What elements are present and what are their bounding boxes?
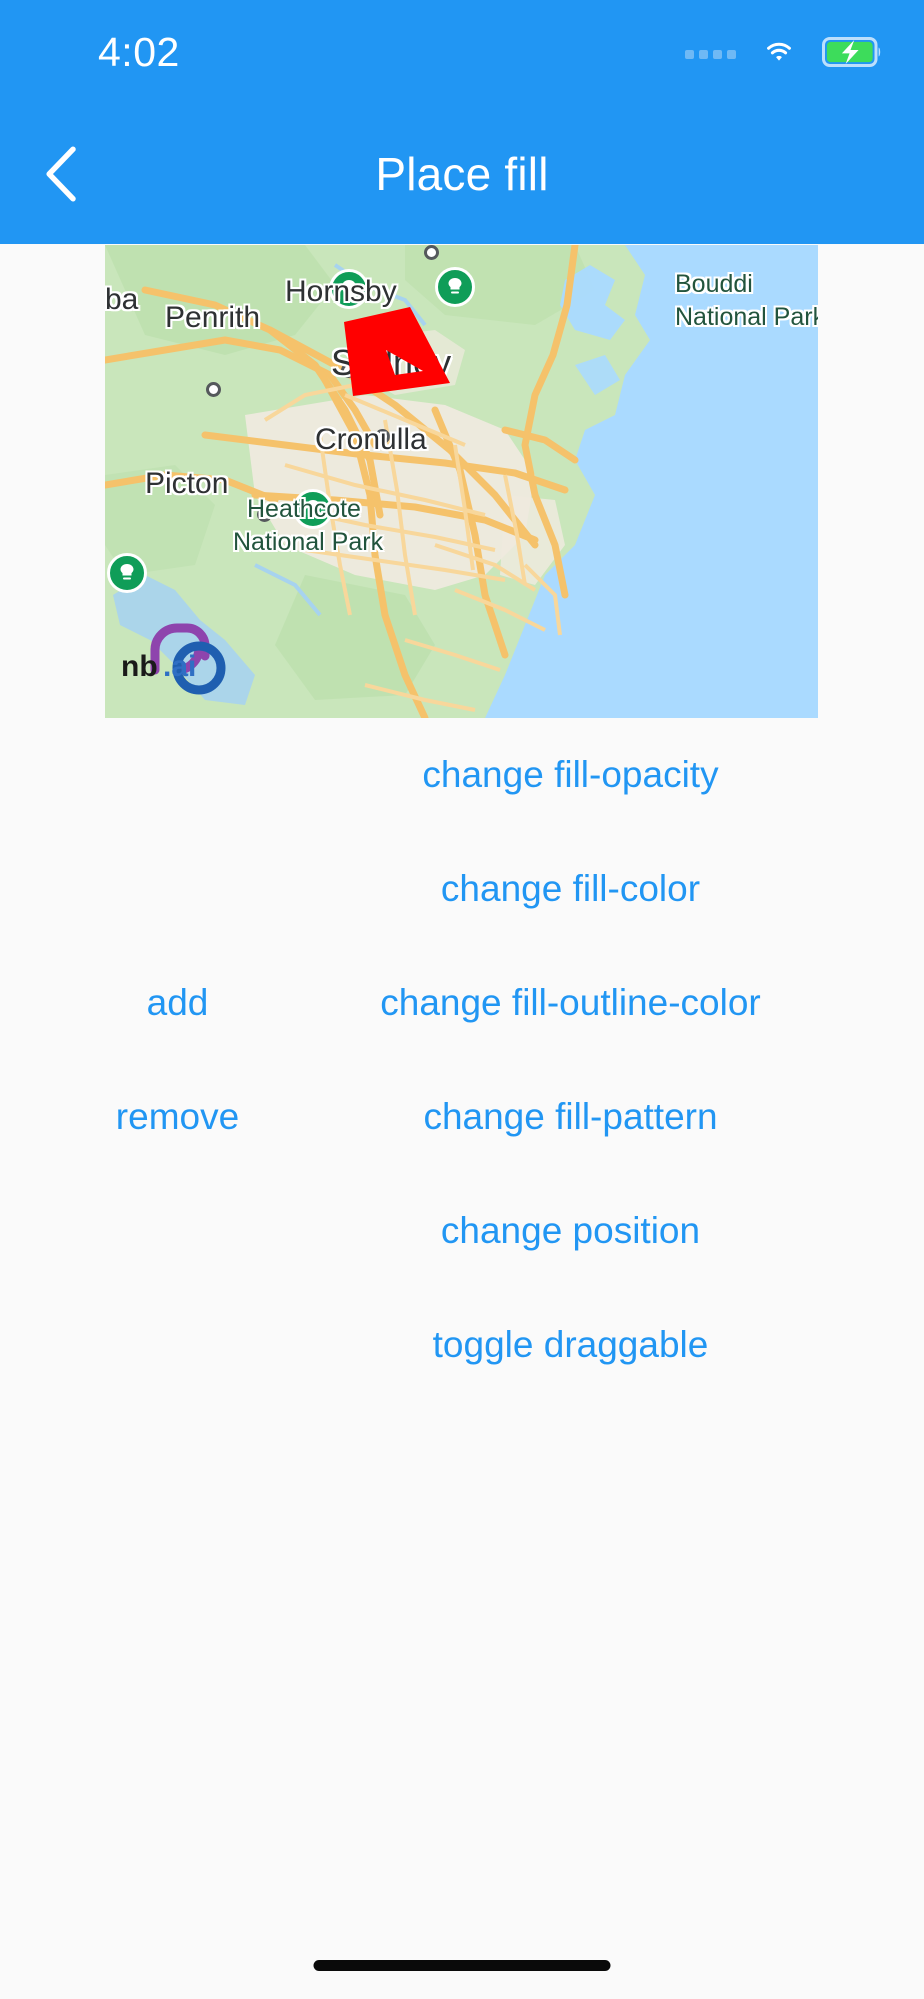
status-bar-icons	[685, 36, 882, 68]
action-row: change fill-color	[0, 832, 924, 946]
action-slot-right: change fill-pattern	[355, 1087, 924, 1148]
home-indicator[interactable]	[313, 1960, 611, 1971]
fill-polygon[interactable]	[105, 245, 818, 718]
page-title: Place fill	[375, 148, 549, 200]
wifi-icon	[767, 42, 791, 61]
battery-charging-icon	[822, 37, 881, 67]
action-row: change fill-opacity	[0, 718, 924, 832]
action-row: add change fill-outline-color	[0, 946, 924, 1060]
action-slot-right: change fill-outline-color	[355, 973, 924, 1034]
change-fill-color-button[interactable]: change fill-color	[427, 859, 714, 920]
action-slot-right: change fill-color	[355, 859, 924, 920]
action-slot-right: change fill-opacity	[355, 745, 924, 806]
action-row: change position	[0, 1174, 924, 1288]
action-slot-left: add	[0, 973, 355, 1034]
remove-button[interactable]: remove	[102, 1087, 253, 1148]
signal-dots-icon	[685, 45, 736, 59]
change-fill-outline-color-button[interactable]: change fill-outline-color	[366, 973, 774, 1034]
action-slot-right: change position	[355, 1201, 924, 1262]
back-button[interactable]	[24, 136, 100, 212]
phone-screen: 4:02 Place fill Bouddi National Park ba …	[0, 0, 924, 1999]
app-bar: Place fill	[0, 104, 924, 244]
change-fill-pattern-button[interactable]: change fill-pattern	[409, 1087, 731, 1148]
map-view[interactable]: Bouddi National Park ba Hornsby Penrith …	[105, 245, 818, 718]
action-row: toggle draggable	[0, 1288, 924, 1402]
action-slot-right: toggle draggable	[355, 1315, 924, 1376]
action-slot-left: remove	[0, 1087, 355, 1148]
change-position-button[interactable]: change position	[427, 1201, 714, 1262]
status-bar-clock: 4:02	[98, 28, 180, 75]
chevron-left-icon	[46, 146, 76, 202]
add-button[interactable]: add	[133, 973, 223, 1034]
change-fill-opacity-button[interactable]: change fill-opacity	[408, 745, 732, 806]
action-list: change fill-opacity change fill-color ad…	[0, 718, 924, 1402]
action-row: remove change fill-pattern	[0, 1060, 924, 1174]
toggle-draggable-button[interactable]: toggle draggable	[419, 1315, 723, 1376]
status-bar: 4:02	[0, 0, 924, 104]
